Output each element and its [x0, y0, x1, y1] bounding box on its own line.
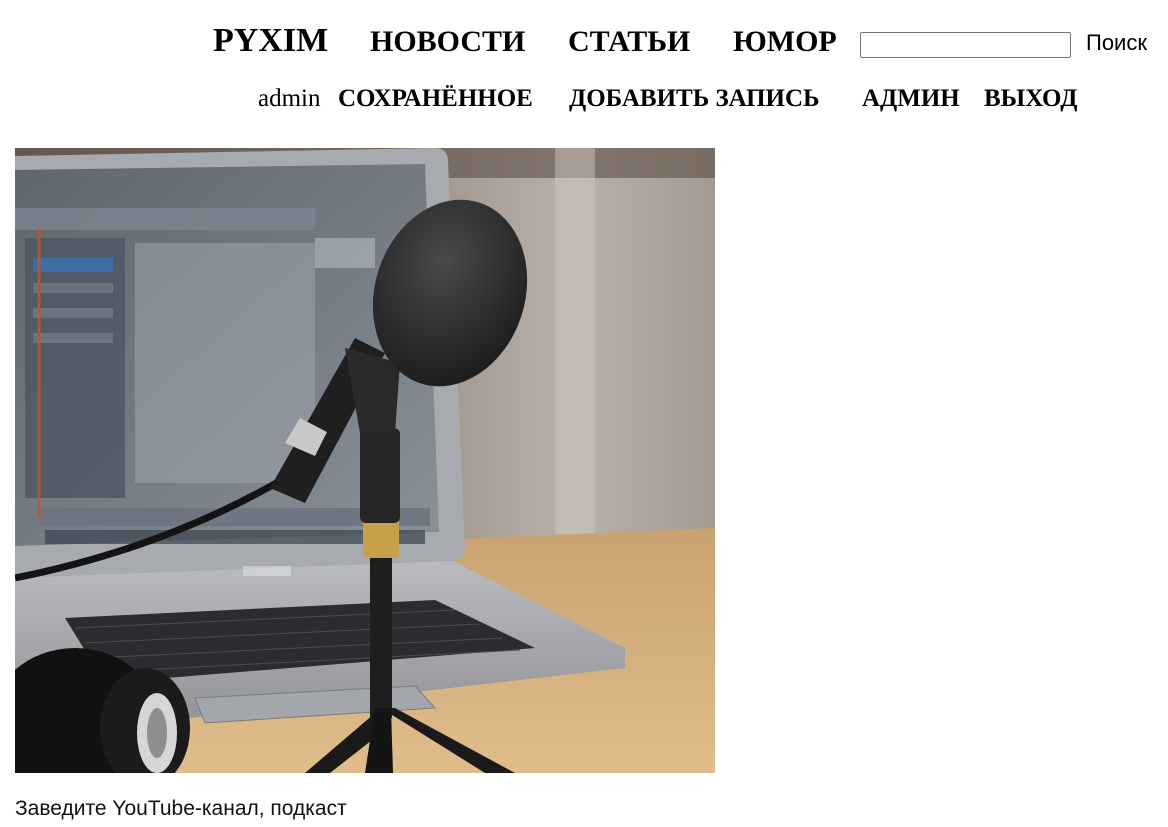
nav-articles-link[interactable]: СТАТЬИ: [568, 27, 690, 57]
post-image[interactable]: [15, 148, 715, 773]
nav-admin-link[interactable]: АДМИН: [862, 86, 960, 111]
search-input[interactable]: [860, 32, 1071, 58]
username-label: admin: [258, 85, 321, 112]
search-button[interactable]: Поиск: [1086, 30, 1147, 55]
nav-news-link[interactable]: НОВОСТИ: [370, 27, 525, 57]
nav-humor-link[interactable]: ЮМОР: [733, 27, 837, 57]
nav-saved-link[interactable]: СОХРАНЁННОЕ: [338, 86, 533, 111]
nav-logout-link[interactable]: ВЫХОД: [984, 86, 1077, 111]
site-logo-link[interactable]: PYXIM: [213, 24, 328, 58]
nav-add-post-link[interactable]: ДОБАВИТЬ ЗАПИСЬ: [569, 86, 820, 111]
post-caption[interactable]: Заведите YouTube-канал, подкаст: [15, 797, 347, 821]
